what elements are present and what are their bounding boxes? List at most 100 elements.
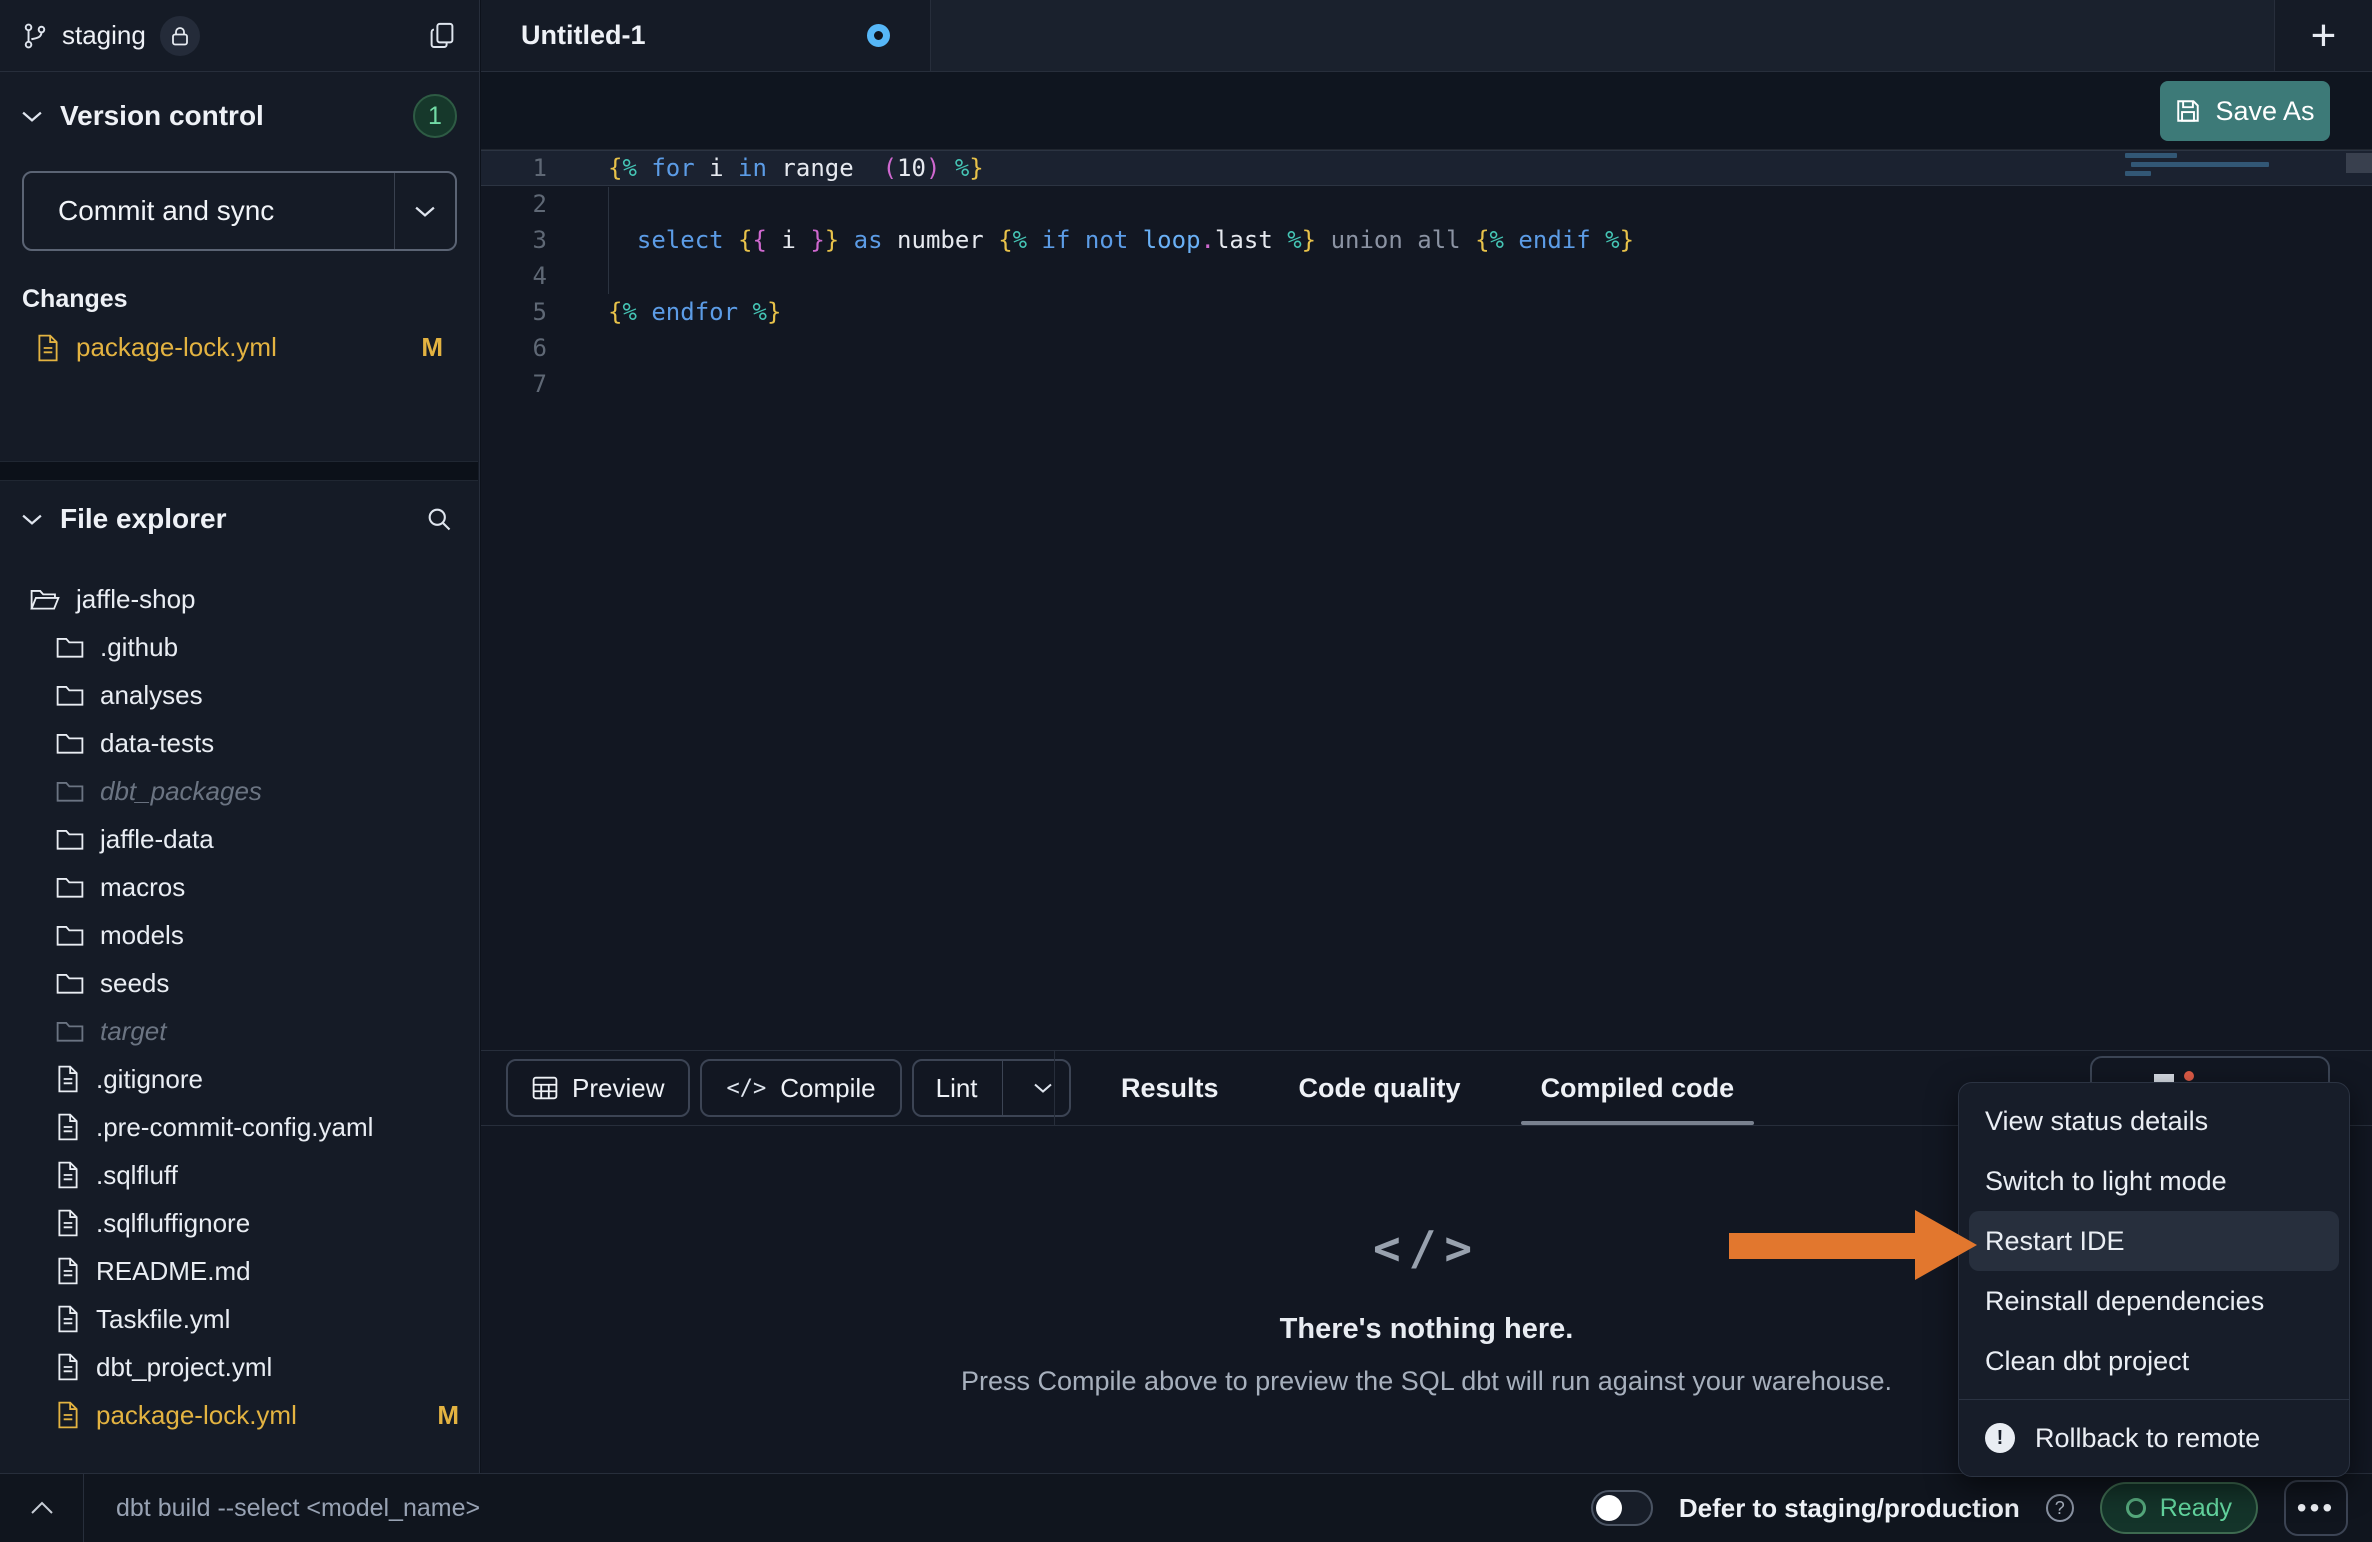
tree-item-label: .pre-commit-config.yaml [96,1112,373,1143]
menu-item-switch-to-light-mode[interactable]: Switch to light mode [1959,1151,2349,1211]
status-options-icon [2154,1074,2174,1082]
sidebar-panel-divider [0,461,478,481]
tab-code-quality[interactable]: Code quality [1271,1051,1489,1125]
file-icon [56,1401,80,1429]
tree-item-label: .github [100,632,178,663]
tree-item-label: dbt_project.yml [96,1352,272,1383]
changed-file-row[interactable]: package-lock.yml M [22,332,457,363]
line-number: 5 [481,294,571,330]
minimap-line [2125,153,2177,158]
code-token: % [738,298,767,326]
copy-icon[interactable] [427,21,457,51]
tree-folder-jaffle-shop[interactable]: jaffle-shop [0,575,479,623]
tree-file-README.md[interactable]: README.md [0,1247,479,1295]
tree-folder-seeds[interactable]: seeds [0,959,479,1007]
commit-and-sync-button[interactable]: Commit and sync [22,171,457,251]
tree-file-Taskfile.yml[interactable]: Taskfile.yml [0,1295,479,1343]
tree-folder-.github[interactable]: .github [0,623,479,671]
code-token: select [637,226,724,254]
lint-divider [1002,1061,1003,1115]
tree-item-label: .sqlfluffignore [96,1208,250,1239]
defer-toggle[interactable] [1591,1490,1653,1526]
toolbar-divider [1054,1051,1055,1125]
code-token: % [1013,226,1027,254]
code-editor[interactable]: 1{% for i in range (10) %}23 select {{ i… [481,150,2372,1050]
version-control-header[interactable]: Version control 1 [22,92,457,140]
code-token: % [622,298,636,326]
code-token: 10 [897,154,926,182]
commit-options-chevron[interactable] [394,173,455,249]
line-number: 3 [481,222,571,258]
tree-folder-target[interactable]: target [0,1007,479,1055]
tree-item-label: macros [100,872,185,903]
code-line-6: 6 [481,330,2372,366]
tree-file-.sqlfluff[interactable]: .sqlfluff [0,1151,479,1199]
code-token: loop [1128,226,1200,254]
menu-item-rollback-to-remote[interactable]: !Rollback to remote [1959,1408,2349,1468]
tab-untitled-1[interactable]: Untitled-1 [481,0,931,71]
tree-file-.gitignore[interactable]: .gitignore [0,1055,479,1103]
preview-button[interactable]: Preview [506,1059,690,1117]
compile-button[interactable]: </> Compile [700,1059,901,1117]
tree-folder-data-tests[interactable]: data-tests [0,719,479,767]
save-as-button[interactable]: Save As [2160,81,2330,141]
tree-item-label: Taskfile.yml [96,1304,230,1335]
changed-file-name: package-lock.yml [76,332,277,363]
code-token: as [839,226,882,254]
folder-icon [56,683,84,707]
menu-item-reinstall-dependencies[interactable]: Reinstall dependencies [1959,1271,2349,1331]
tree-folder-macros[interactable]: macros [0,863,479,911]
search-icon[interactable] [425,505,453,533]
tree-folder-dbt_packages[interactable]: dbt_packages [0,767,479,815]
code-token: { [753,226,767,254]
lint-options-chevron[interactable] [1017,1082,1069,1094]
file-explorer-header[interactable]: File explorer [0,481,479,543]
expand-command-bar-button[interactable] [0,1474,84,1542]
file-icon [36,334,60,362]
chevron-down-icon [1034,1082,1052,1094]
status-circle-icon [2126,1498,2146,1518]
menu-item-label: View status details [1985,1106,2208,1137]
menu-item-restart-ide[interactable]: Restart IDE [1969,1211,2339,1271]
menu-item-label: Restart IDE [1985,1226,2125,1257]
code-token: % [622,154,636,182]
editor-scrollbar-thumb[interactable] [2346,153,2372,173]
branch-name: staging [62,20,146,51]
annotation-arrow-head [1915,1210,1977,1280]
code-token: { [1461,226,1490,254]
tree-file-.pre-commit-config.yaml[interactable]: .pre-commit-config.yaml [0,1103,479,1151]
tree-folder-analyses[interactable]: analyses [0,671,479,719]
code-line-4: 4 [481,258,2372,294]
menu-item-clean-dbt-project[interactable]: Clean dbt project [1959,1331,2349,1391]
line-number: 1 [481,150,571,186]
command-input[interactable]: dbt build --select <model_name> [84,1494,480,1523]
changes-count-badge: 1 [413,94,457,138]
tree-folder-models[interactable]: models [0,911,479,959]
editor-toolbar: Save As [481,72,2372,150]
code-token: } [767,298,781,326]
commit-and-sync-label: Commit and sync [58,195,274,227]
tree-folder-jaffle-data[interactable]: jaffle-data [0,815,479,863]
tree-item-label: .gitignore [96,1064,203,1095]
code-token: . [1201,226,1215,254]
table-icon [532,1076,558,1100]
status-badge[interactable]: Ready [2100,1482,2258,1534]
menu-item-view-status-details[interactable]: View status details [1959,1091,2349,1151]
status-bar-right: Defer to staging/production ? Ready ••• [1591,1480,2372,1536]
tab-results[interactable]: Results [1093,1051,1247,1125]
lint-button[interactable]: Lint [912,1059,1071,1117]
new-tab-button[interactable]: + [2274,0,2372,71]
tree-file-.sqlfluffignore[interactable]: .sqlfluffignore [0,1199,479,1247]
ide-options-button[interactable]: ••• [2284,1480,2348,1536]
line-content: select {{ i }} as number {% if not loop.… [571,222,1634,258]
tree-file-dbt_project.yml[interactable]: dbt_project.yml [0,1343,479,1391]
tree-item-label: data-tests [100,728,214,759]
code-line-2: 2 [481,186,2372,222]
floppy-disk-icon [2175,98,2201,124]
tree-file-package-lock.yml[interactable]: package-lock.ymlM [0,1391,479,1439]
help-icon[interactable]: ? [2046,1494,2074,1522]
alert-icon: ! [1985,1423,2015,1453]
file-icon [56,1161,80,1189]
tab-compiled-code[interactable]: Compiled code [1513,1051,1763,1125]
code-token: { [608,298,622,326]
